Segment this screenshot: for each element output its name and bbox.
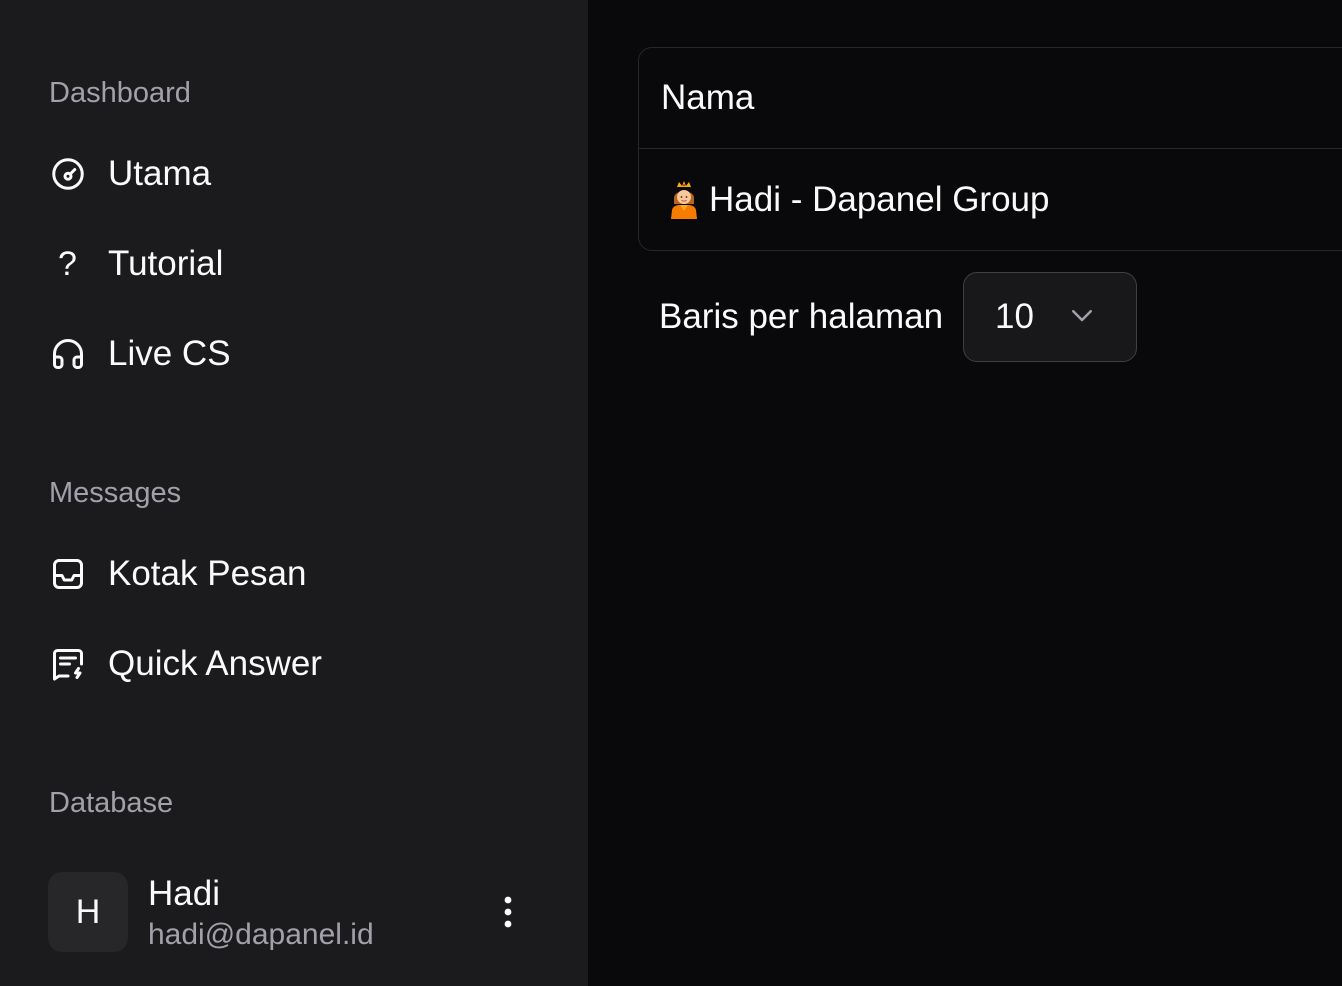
section-label-dashboard: Dashboard xyxy=(49,77,191,109)
sidebar-item-label: Quick Answer xyxy=(108,644,322,683)
pagination-controls: Baris per halaman 10 xyxy=(659,272,1138,362)
rows-per-page-value: 10 xyxy=(995,297,1034,336)
gauge-icon xyxy=(40,142,96,206)
sidebar-item-label: Kotak Pesan xyxy=(108,554,307,593)
message-lightning-icon xyxy=(40,632,96,696)
table-header-nama[interactable]: Nama xyxy=(639,48,1342,149)
table-cell-nama: Hadi - Dapanel Group xyxy=(709,180,1050,219)
app-root: Dashboard Utama ? Tutorial Live CS Messa… xyxy=(0,0,1342,986)
more-vertical-icon[interactable] xyxy=(488,888,528,936)
sidebar-item-tutorial[interactable]: ? Tutorial xyxy=(40,232,540,296)
headset-icon xyxy=(40,322,96,386)
user-email: hadi@dapanel.id xyxy=(148,918,374,951)
rows-per-page-label: Baris per halaman xyxy=(659,297,944,336)
table-row[interactable]: Hadi - Dapanel Group xyxy=(639,149,1342,250)
sidebar-item-label: Utama xyxy=(108,154,212,193)
rows-per-page-select[interactable]: 10 xyxy=(963,272,1138,362)
avatar[interactable]: H xyxy=(48,872,128,952)
sidebar-item-quick-answer[interactable]: Quick Answer xyxy=(40,632,540,696)
princess-emoji xyxy=(667,181,701,219)
question-mark-icon: ? xyxy=(58,244,77,283)
user-name: Hadi xyxy=(148,874,220,913)
inbox-icon xyxy=(40,542,96,606)
sidebar-item-label: Live CS xyxy=(108,334,231,373)
section-label-database: Database xyxy=(49,787,174,819)
sidebar-item-kotak-pesan[interactable]: Kotak Pesan xyxy=(40,542,540,606)
sidebar: Dashboard Utama ? Tutorial Live CS Messa… xyxy=(0,0,588,986)
data-table: Nama Hadi - Dapanel Group xyxy=(638,47,1342,251)
sidebar-item-utama[interactable]: Utama xyxy=(40,142,540,206)
sidebar-item-live-cs[interactable]: Live CS xyxy=(40,322,540,386)
sidebar-item-label: Tutorial xyxy=(108,244,224,283)
chevron-down-icon xyxy=(1067,300,1097,335)
section-label-messages: Messages xyxy=(49,477,182,509)
